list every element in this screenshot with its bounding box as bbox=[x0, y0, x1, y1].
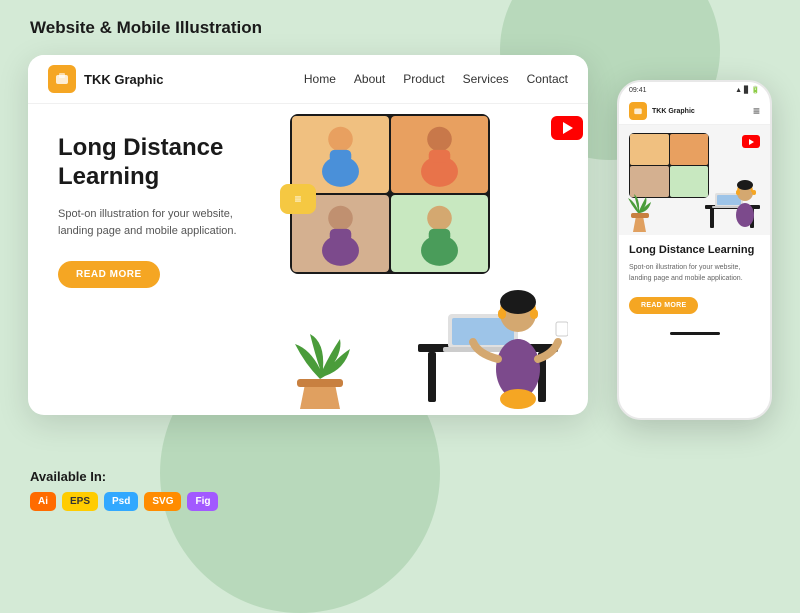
mobile-person-illustration bbox=[700, 155, 765, 235]
available-title: Available In: bbox=[30, 469, 218, 484]
play-button-icon bbox=[551, 116, 583, 140]
video-cell-2 bbox=[391, 116, 488, 193]
chat-bubble-icon bbox=[280, 184, 316, 214]
hero-left-section: Long Distance Learning Spot-on illustrat… bbox=[28, 104, 280, 414]
hero-subtitle: Spot-on illustration for your website, l… bbox=[58, 206, 260, 241]
page-title: Website & Mobile Illustration bbox=[30, 18, 262, 38]
available-section: Available In: Ai EPS Psd SVG Fig bbox=[30, 469, 218, 511]
mobile-illustration-area bbox=[619, 125, 770, 235]
nav-home[interactable]: Home bbox=[304, 72, 336, 86]
badge-eps[interactable]: EPS bbox=[62, 492, 98, 511]
sitting-person-illustration bbox=[408, 214, 568, 414]
mobile-video-cell-1 bbox=[630, 134, 669, 165]
mobile-play-icon bbox=[742, 135, 760, 148]
mobile-time: 09:41 bbox=[629, 87, 647, 94]
mobile-hero-title: Long Distance Learning bbox=[629, 243, 760, 257]
mobile-hero-subtitle: Spot-on illustration for your website, l… bbox=[629, 263, 760, 284]
mobile-brand-name: TKK Graphic bbox=[652, 108, 695, 115]
mobile-header: TKK Graphic ≡ bbox=[619, 98, 770, 125]
mobile-content: Long Distance Learning Spot-on illustrat… bbox=[619, 235, 770, 322]
format-badges-list: Ai EPS Psd SVG Fig bbox=[30, 492, 218, 511]
nav-product[interactable]: Product bbox=[403, 72, 444, 86]
mobile-icons: ▲ ▊ 🔋 bbox=[735, 86, 760, 94]
mobile-home-indicator bbox=[670, 332, 720, 335]
mobile-status-bar: 09:41 ▲ ▊ 🔋 bbox=[619, 82, 770, 98]
nav-services[interactable]: Services bbox=[463, 72, 509, 86]
read-more-button[interactable]: READ MORE bbox=[58, 261, 160, 288]
browser-navbar: TKK Graphic Home About Product Services … bbox=[28, 55, 588, 104]
mobile-plant bbox=[624, 190, 652, 235]
nav-menu: Home About Product Services Contact bbox=[304, 72, 568, 86]
browser-mockup: TKK Graphic Home About Product Services … bbox=[28, 55, 588, 415]
brand-name: TKK Graphic bbox=[84, 72, 163, 87]
badge-svg[interactable]: SVG bbox=[144, 492, 181, 511]
badge-ai[interactable]: Ai bbox=[30, 492, 56, 511]
logo-icon bbox=[48, 65, 76, 93]
badge-fig[interactable]: Fig bbox=[187, 492, 218, 511]
mobile-video-grid bbox=[629, 133, 709, 198]
mobile-mockup: 09:41 ▲ ▊ 🔋 TKK Graphic ≡ bbox=[617, 80, 772, 420]
plant-illustration bbox=[285, 314, 355, 414]
mobile-read-more-button[interactable]: READ MORE bbox=[629, 297, 698, 314]
hero-title: Long Distance Learning bbox=[58, 134, 260, 192]
mobile-logo-icon bbox=[629, 102, 647, 120]
hamburger-icon[interactable]: ≡ bbox=[753, 104, 760, 118]
badge-psd[interactable]: Psd bbox=[104, 492, 138, 511]
video-cell-1 bbox=[292, 116, 389, 193]
hero-right-section bbox=[280, 104, 588, 414]
nav-about[interactable]: About bbox=[354, 72, 385, 86]
browser-content: Long Distance Learning Spot-on illustrat… bbox=[28, 104, 588, 414]
nav-contact[interactable]: Contact bbox=[527, 72, 568, 86]
